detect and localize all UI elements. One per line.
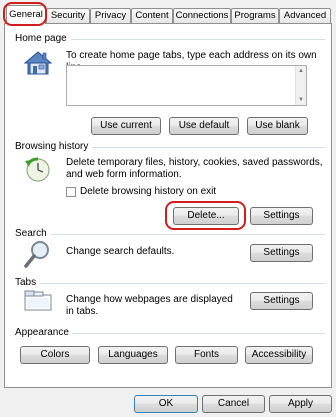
tabs-section: Tabs <box>15 277 325 289</box>
browsing-history-description: Delete temporary files, history, cookies… <box>66 157 323 180</box>
use-default-button[interactable]: Use default <box>169 117 239 135</box>
scroll-up-icon[interactable]: ▲ <box>298 68 304 74</box>
address-scrollbar[interactable]: ▲ ▼ <box>295 66 306 105</box>
tab-advanced[interactable]: Advanced <box>279 8 331 23</box>
section-divider <box>15 234 325 235</box>
browsing-history-section: Browsing history <box>15 141 325 153</box>
use-current-button[interactable]: Use current <box>91 117 161 135</box>
accessibility-button[interactable]: Accessibility <box>245 346 313 364</box>
home-page-address-input[interactable]: ▲ ▼ <box>66 65 307 106</box>
tabs-icon <box>24 290 52 311</box>
scroll-down-icon[interactable]: ▼ <box>298 97 304 103</box>
tabs-settings-button[interactable]: Settings <box>250 292 313 310</box>
delete-history-button[interactable]: Delete... <box>173 207 239 225</box>
history-icon <box>25 157 50 182</box>
delete-on-exit-label[interactable]: Delete browsing history on exit <box>80 186 216 198</box>
tab-strip: General Security Privacy Content Connect… <box>4 5 332 24</box>
magnifier-icon <box>24 241 49 268</box>
delete-on-exit-checkbox[interactable] <box>66 187 76 197</box>
search-section: Search <box>15 228 325 240</box>
languages-button[interactable]: Languages <box>98 346 168 364</box>
appearance-title: Appearance <box>15 327 73 338</box>
tab-connections[interactable]: Connections <box>173 8 231 23</box>
ok-button[interactable]: OK <box>134 395 198 413</box>
appearance-section: Appearance <box>15 327 325 339</box>
use-blank-button[interactable]: Use blank <box>247 117 308 135</box>
browsing-history-title: Browsing history <box>15 141 93 152</box>
tab-privacy[interactable]: Privacy <box>90 8 131 23</box>
tabs-title: Tabs <box>15 277 41 288</box>
tab-programs[interactable]: Programs <box>231 8 279 23</box>
search-description: Change search defaults. <box>66 246 175 257</box>
tab-general[interactable]: General <box>6 5 46 24</box>
section-divider <box>15 283 325 284</box>
tabs-description: Change how webpages are displayed in tab… <box>66 294 233 317</box>
history-settings-button[interactable]: Settings <box>250 207 313 225</box>
colors-button[interactable]: Colors <box>20 346 90 364</box>
general-panel: Home page To create home page tabs, type… <box>4 23 332 388</box>
search-settings-button[interactable]: Settings <box>250 244 313 262</box>
search-title: Search <box>15 228 51 239</box>
cancel-button[interactable]: Cancel <box>202 395 265 413</box>
home-page-section: Home page <box>15 33 325 45</box>
tab-content[interactable]: Content <box>131 8 173 23</box>
apply-button[interactable]: Apply <box>269 395 332 413</box>
fonts-button[interactable]: Fonts <box>175 346 238 364</box>
home-page-title: Home page <box>15 33 71 44</box>
tab-security[interactable]: Security <box>46 8 90 23</box>
home-icon <box>23 51 53 75</box>
